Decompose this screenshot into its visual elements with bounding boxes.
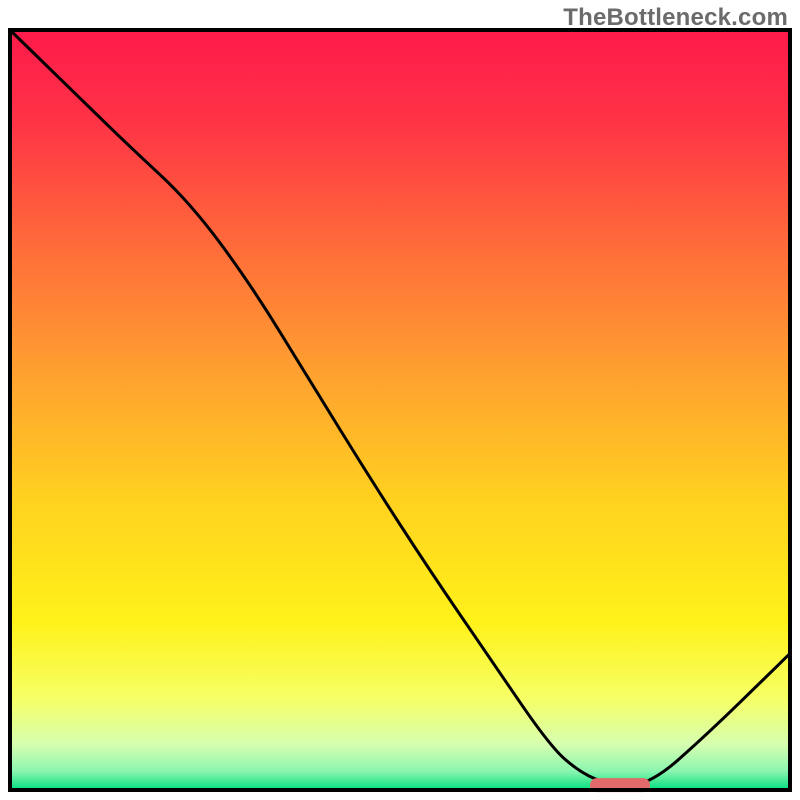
- plot-area: [10, 30, 790, 792]
- watermark-label: TheBottleneck.com: [563, 4, 788, 32]
- chart-svg: [0, 0, 800, 800]
- chart-stage: TheBottleneck.com: [0, 0, 800, 800]
